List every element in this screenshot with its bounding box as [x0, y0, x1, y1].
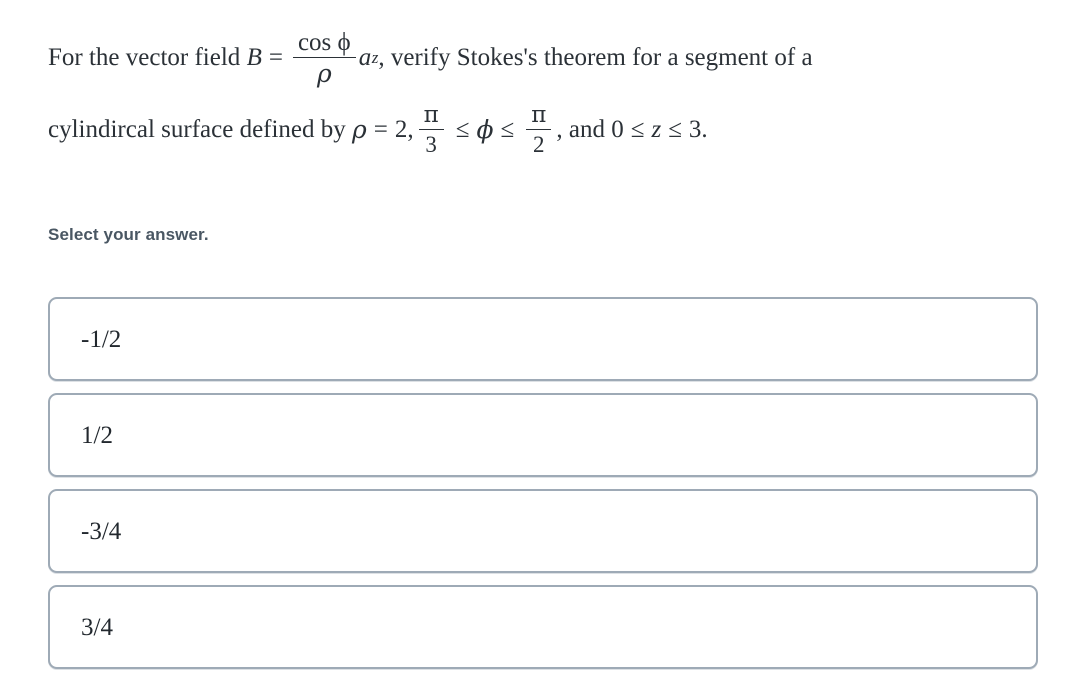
fraction-denominator-3: 3	[425, 132, 437, 158]
math-variable-b: B	[246, 44, 262, 71]
question-lead-text: For the vector field	[48, 44, 247, 71]
fraction-numerator-pi-1: π	[423, 101, 439, 128]
math-rho-symbol: ρ	[352, 115, 367, 144]
math-equals-sign: =	[268, 44, 283, 71]
question-line-1: For the vector field B = cos ϕ ρ az , ve…	[48, 22, 1038, 94]
question-statement: For the vector field B = cos ϕ ρ az , ve…	[48, 22, 1038, 166]
fraction-pi-over-3: π 3	[418, 101, 444, 158]
question-line1-trailing-text: , verify Stokes's theorem for a segment …	[378, 44, 813, 71]
math-z-lower-bound: 0	[611, 116, 624, 143]
select-answer-label: Select your answer.	[48, 225, 209, 244]
answer-option-2[interactable]: 1/2	[48, 393, 1038, 477]
fraction-cosphi-over-rho: cos ϕ ρ	[292, 28, 356, 89]
fraction-denominator-2: 2	[533, 132, 545, 158]
fraction-denominator: ρ	[316, 59, 332, 89]
question-line-2: cylindircal surface defined by ρ = 2, π …	[48, 94, 1038, 166]
fraction-numerator-pi-2: π	[531, 101, 547, 128]
question-line2-lead-text: cylindircal surface defined by	[48, 116, 353, 143]
answer-options-list: -1/2 1/2 -3/4 3/4	[48, 297, 1038, 681]
math-unit-vector-a: a	[358, 44, 372, 71]
answer-option-label: -3/4	[81, 517, 122, 545]
math-unit-vector-subscript-z: z	[371, 48, 379, 67]
answer-option-label: 1/2	[81, 421, 113, 449]
question-and-text: , and	[556, 116, 612, 143]
math-rho-value: 2,	[394, 116, 414, 143]
math-variable-z: z	[651, 116, 662, 143]
answer-option-1[interactable]: -1/2	[48, 297, 1038, 381]
answer-option-label: 3/4	[81, 613, 113, 641]
math-less-equal-3: ≤	[630, 116, 645, 143]
answer-option-label: -1/2	[81, 325, 122, 353]
question-page: For the vector field B = cos ϕ ρ az , ve…	[0, 0, 1080, 682]
math-less-equal-1: ≤	[455, 116, 470, 143]
fraction-numerator: cos ϕ	[297, 28, 351, 56]
math-z-upper-bound: 3.	[688, 116, 708, 143]
math-less-equal-2: ≤	[500, 116, 515, 143]
math-less-equal-4: ≤	[668, 116, 682, 143]
math-equals-sign-2: =	[373, 116, 388, 143]
answer-option-4[interactable]: 3/4	[48, 585, 1038, 669]
answer-option-3[interactable]: -3/4	[48, 489, 1038, 573]
math-phi-symbol: ϕ	[476, 115, 494, 144]
fraction-pi-over-2: π 2	[526, 101, 552, 158]
